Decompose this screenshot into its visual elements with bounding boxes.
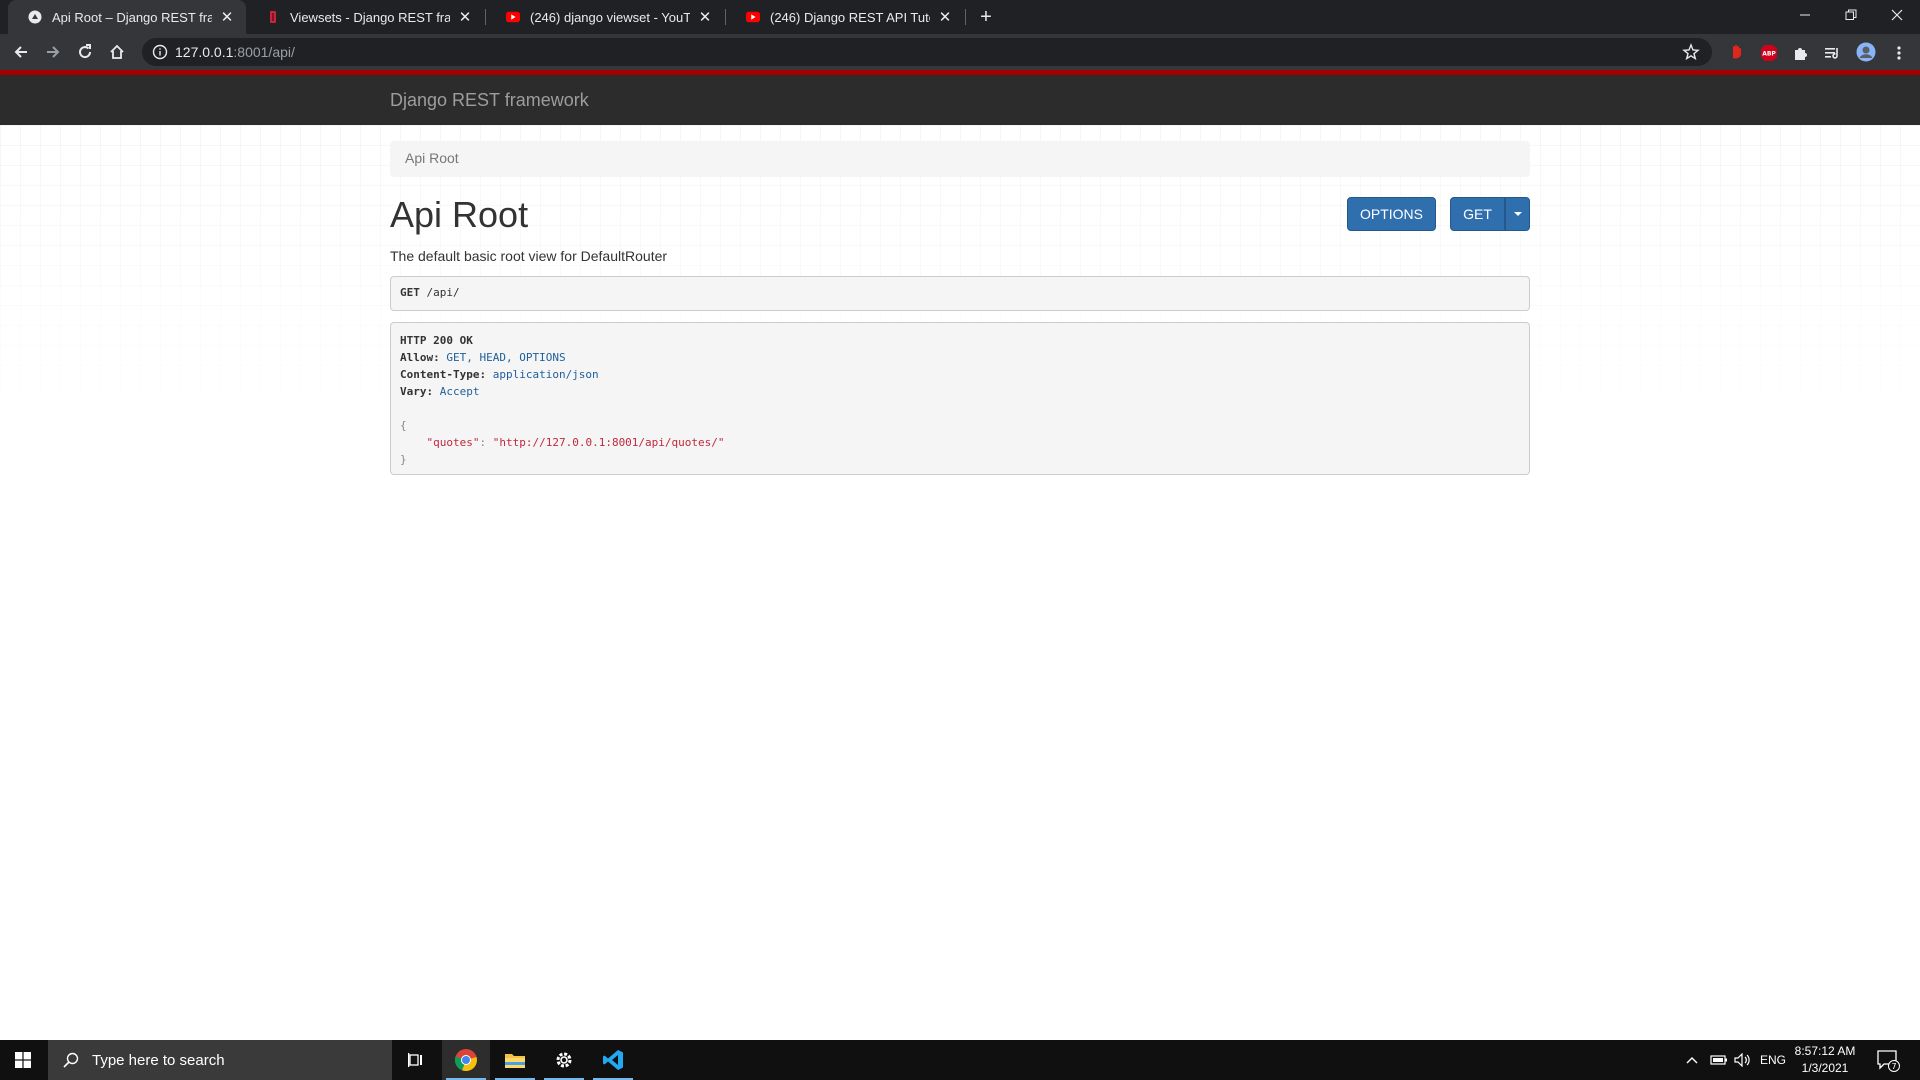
svg-text:ABP: ABP <box>1762 51 1776 58</box>
action-center-icon[interactable]: 7 <box>1876 1048 1900 1072</box>
tab-strip: Api Root – Django REST framewo ✕ Viewset… <box>0 0 1920 34</box>
drf-navbar: Django REST framework <box>0 75 1920 125</box>
vary-header-line: Vary: Accept <box>400 383 1520 400</box>
response-status: HTTP 200 OK <box>400 334 473 347</box>
settings-icon[interactable] <box>540 1040 588 1080</box>
media-queue-icon[interactable] <box>1823 43 1843 63</box>
notification-count: 7 <box>1891 1062 1896 1071</box>
tab-title: Api Root – Django REST framewo <box>52 9 212 25</box>
json-open-brace: { <box>400 417 1520 434</box>
tab-title: (246) django viewset - YouTube <box>530 9 690 25</box>
chrome-taskbar-icon[interactable] <box>442 1040 490 1080</box>
quotes-endpoint-link[interactable]: "http://127.0.0.1:8001/api/quotes/" <box>493 436 725 449</box>
input-language-indicator[interactable]: ENG <box>1760 1040 1786 1080</box>
close-tab-icon[interactable]: ✕ <box>218 8 236 26</box>
bookmark-star-icon[interactable] <box>1682 43 1700 61</box>
page-content: Django REST framework Api Root OPTIONS G… <box>0 70 1920 1040</box>
youtube-favicon-icon <box>506 10 520 24</box>
allow-header-line: Allow: GET, HEAD, OPTIONS <box>400 349 1520 366</box>
get-format-dropdown-button[interactable] <box>1505 197 1530 231</box>
json-key: "quotes" <box>400 436 480 449</box>
search-placeholder: Type here to search <box>92 1051 225 1069</box>
windows-taskbar: Type here to search ENG 8:57:12 AM 1/3/2… <box>0 1040 1920 1080</box>
task-view-icon[interactable] <box>392 1040 440 1080</box>
page-title: Api Root <box>390 194 529 235</box>
adblock-plus-icon[interactable]: ABP <box>1759 43 1779 63</box>
tab-api-root[interactable]: Api Root – Django REST framewo ✕ <box>8 0 246 34</box>
options-button[interactable]: OPTIONS <box>1347 197 1436 231</box>
open-brace: { <box>400 419 407 432</box>
close-tab-icon[interactable]: ✕ <box>696 8 714 26</box>
json-entry-quotes: "quotes": "http://127.0.0.1:8001/api/quo… <box>400 434 1520 451</box>
tab-youtube-tutorial[interactable]: (246) Django REST API Tutorial - ✕ <box>726 0 964 34</box>
breadcrumb: Api Root <box>390 141 1530 177</box>
vscode-icon[interactable] <box>589 1040 637 1080</box>
browser-menu-icon[interactable] <box>1889 43 1909 63</box>
drf-brand-link[interactable]: Django REST framework <box>390 90 589 111</box>
view-description: The default basic root view for DefaultR… <box>390 248 668 264</box>
url-host: 127.0.0.1 <box>175 44 234 60</box>
request-method: GET <box>400 286 420 299</box>
battery-icon[interactable] <box>1710 1040 1728 1080</box>
windows-start-icon[interactable] <box>0 1040 46 1080</box>
vary-header-value: Accept <box>433 385 480 398</box>
show-hidden-icons-chevron-icon[interactable] <box>1686 1040 1698 1080</box>
volume-icon[interactable] <box>1734 1040 1752 1080</box>
vary-header-key: Vary: <box>400 385 434 398</box>
youtube-favicon-icon <box>746 10 760 24</box>
caret-down-icon <box>1513 212 1522 216</box>
tab-title: Viewsets - Django REST framewo <box>290 9 450 25</box>
content-type-header-key: Content-Type: <box>400 368 487 381</box>
content-type-header-value: application/json <box>486 368 599 381</box>
clock-time: 8:57:12 AM <box>1794 1044 1856 1058</box>
browser-toolbar: 127.0.0.1:8001/api/ ABP <box>0 34 1920 70</box>
new-tab-button[interactable]: + <box>974 6 998 28</box>
json-close-brace: } <box>400 451 1520 468</box>
allow-header-key: Allow: <box>400 351 440 364</box>
response-info: HTTP 200 OK Allow: GET, HEAD, OPTIONS Co… <box>390 322 1530 475</box>
get-button[interactable]: GET <box>1450 197 1505 231</box>
close-tab-icon[interactable]: ✕ <box>456 8 474 26</box>
drf-favicon-icon <box>266 10 280 24</box>
allow-header-value: GET, HEAD, OPTIONS <box>439 351 566 364</box>
forward-arrow-icon[interactable] <box>40 39 66 65</box>
content-type-header-line: Content-Type: application/json <box>400 366 1520 383</box>
site-info-icon[interactable] <box>152 44 168 60</box>
address-bar[interactable]: 127.0.0.1:8001/api/ <box>142 38 1712 66</box>
close-window-icon[interactable] <box>1874 0 1920 30</box>
json-colon: : <box>479 436 493 449</box>
restore-icon[interactable] <box>1828 0 1874 30</box>
extension-red-hand-icon[interactable] <box>1727 43 1747 63</box>
request-info: GET /api/ <box>390 276 1530 311</box>
close-brace: } <box>400 453 407 466</box>
extensions-puzzle-icon[interactable] <box>1791 43 1811 63</box>
clock-date: 1/3/2021 <box>1801 1061 1849 1075</box>
minimize-icon[interactable] <box>1782 0 1828 30</box>
tab-separator <box>965 9 966 25</box>
django-favicon-icon <box>28 10 42 24</box>
file-explorer-icon[interactable] <box>491 1040 539 1080</box>
request-path: /api/ <box>419 286 460 299</box>
home-icon[interactable] <box>104 39 130 65</box>
back-arrow-icon[interactable] <box>8 39 34 65</box>
tab-youtube-viewset[interactable]: (246) django viewset - YouTube ✕ <box>486 0 724 34</box>
profile-avatar[interactable] <box>1855 41 1877 63</box>
reload-icon[interactable] <box>72 39 98 65</box>
response-status-line: HTTP 200 OK <box>400 332 1520 349</box>
breadcrumb-item-api-root[interactable]: Api Root <box>405 150 459 166</box>
url-path: :8001/api/ <box>233 44 295 60</box>
close-tab-icon[interactable]: ✕ <box>936 8 954 26</box>
tab-title: (246) Django REST API Tutorial - <box>770 9 930 25</box>
system-clock[interactable]: 8:57:12 AM 1/3/2021 <box>1790 1043 1860 1077</box>
taskbar-search-box[interactable]: Type here to search <box>48 1040 392 1080</box>
tab-viewsets[interactable]: Viewsets - Django REST framewo ✕ <box>246 0 484 34</box>
search-icon <box>62 1051 80 1069</box>
url-text: 127.0.0.1:8001/api/ <box>175 44 295 60</box>
